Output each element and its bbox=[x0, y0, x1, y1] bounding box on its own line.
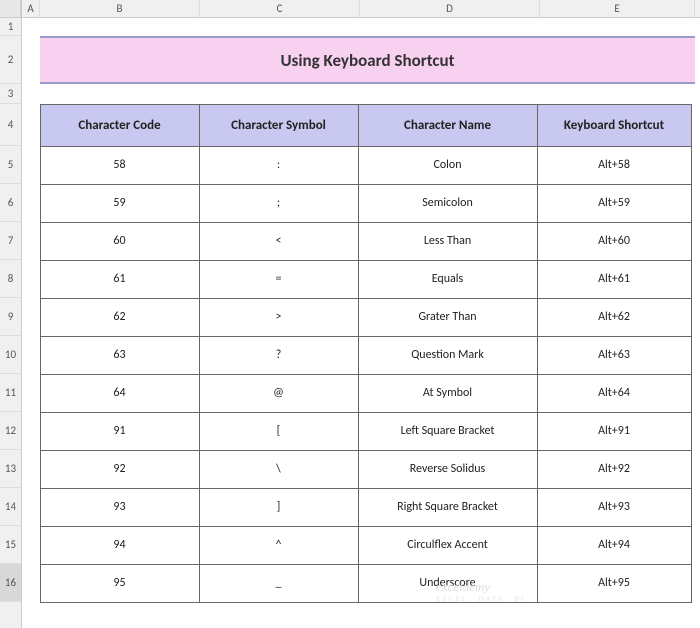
cell-shortcut[interactable]: Alt+93 bbox=[537, 488, 692, 527]
row-header-8[interactable]: 8 bbox=[0, 260, 21, 298]
header-character-code[interactable]: Character Code bbox=[40, 104, 200, 147]
cell-code[interactable]: 91 bbox=[40, 412, 200, 451]
cell-code[interactable]: 60 bbox=[40, 222, 200, 261]
cell-shortcut[interactable]: Alt+63 bbox=[537, 336, 692, 375]
cell-name[interactable]: Underscore bbox=[358, 564, 538, 603]
row-header-16[interactable]: 16 bbox=[0, 564, 21, 602]
cell-code[interactable]: 93 bbox=[40, 488, 200, 527]
row-header-7[interactable]: 7 bbox=[0, 222, 21, 260]
table-row: 62>Grater ThanAlt+62 bbox=[40, 298, 695, 336]
cell-symbol[interactable]: ? bbox=[199, 336, 359, 375]
cell-name[interactable]: Left Square Bracket bbox=[358, 412, 538, 451]
row-header-14[interactable]: 14 bbox=[0, 488, 21, 526]
header-character-name[interactable]: Character Name bbox=[358, 104, 538, 147]
main-area: A B C D E Using Keyboard Shortcut Charac… bbox=[22, 0, 700, 628]
title-row: Using Keyboard Shortcut bbox=[22, 36, 700, 84]
row-header-1[interactable]: 1 bbox=[0, 18, 21, 36]
cell-shortcut[interactable]: Alt+92 bbox=[537, 450, 692, 489]
row-header-12[interactable]: 12 bbox=[0, 412, 21, 450]
cell-symbol[interactable]: ; bbox=[199, 184, 359, 223]
cell-symbol[interactable]: ] bbox=[199, 488, 359, 527]
cell-name[interactable]: Reverse Solidus bbox=[358, 450, 538, 489]
cell-name[interactable]: Circulflex Accent bbox=[358, 526, 538, 565]
cell-shortcut[interactable]: Alt+95 bbox=[537, 564, 692, 603]
row-header-11[interactable]: 11 bbox=[0, 374, 21, 412]
cell-shortcut[interactable]: Alt+58 bbox=[537, 146, 692, 185]
cell-code[interactable]: 62 bbox=[40, 298, 200, 337]
cell-code[interactable]: 61 bbox=[40, 260, 200, 299]
cell-symbol[interactable]: > bbox=[199, 298, 359, 337]
cell-name[interactable]: Colon bbox=[358, 146, 538, 185]
table-row: 58:ColonAlt+58 bbox=[40, 146, 695, 184]
cell-code[interactable]: 95 bbox=[40, 564, 200, 603]
row-header-9[interactable]: 9 bbox=[0, 298, 21, 336]
row-header-3[interactable]: 3 bbox=[0, 84, 21, 104]
row-header-10[interactable]: 10 bbox=[0, 336, 21, 374]
cell-symbol[interactable]: = bbox=[199, 260, 359, 299]
cell-code[interactable]: 94 bbox=[40, 526, 200, 565]
cell-shortcut[interactable]: Alt+61 bbox=[537, 260, 692, 299]
cell-shortcut[interactable]: Alt+59 bbox=[537, 184, 692, 223]
table-row: 64@At SymbolAlt+64 bbox=[40, 374, 695, 412]
col-header-a[interactable]: A bbox=[22, 0, 40, 17]
cell-name[interactable]: Less Than bbox=[358, 222, 538, 261]
row-header-6[interactable]: 6 bbox=[0, 184, 21, 222]
cell-symbol[interactable]: \ bbox=[199, 450, 359, 489]
row-header-5[interactable]: 5 bbox=[0, 146, 21, 184]
column-headers: A B C D E bbox=[22, 0, 700, 18]
data-table: Character Code Character Symbol Characte… bbox=[40, 104, 695, 602]
cell-shortcut[interactable]: Alt+62 bbox=[537, 298, 692, 337]
row-1-blank[interactable] bbox=[22, 18, 700, 36]
table-row: 59;SemicolonAlt+59 bbox=[40, 184, 695, 222]
header-character-symbol[interactable]: Character Symbol bbox=[199, 104, 359, 147]
row-header-15[interactable]: 15 bbox=[0, 526, 21, 564]
table-row: 91[Left Square BracketAlt+91 bbox=[40, 412, 695, 450]
cell-symbol[interactable]: [ bbox=[199, 412, 359, 451]
cell-code[interactable]: 58 bbox=[40, 146, 200, 185]
col-header-e[interactable]: E bbox=[540, 0, 695, 17]
row-header-13[interactable]: 13 bbox=[0, 450, 21, 488]
table-row: 92\Reverse SolidusAlt+92 bbox=[40, 450, 695, 488]
cell-name[interactable]: Question Mark bbox=[358, 336, 538, 375]
row-3-blank[interactable] bbox=[22, 84, 700, 104]
cell-code[interactable]: 63 bbox=[40, 336, 200, 375]
spreadsheet: 12345678910111213141516 A B C D E Using … bbox=[0, 0, 700, 628]
cell-shortcut[interactable]: Alt+60 bbox=[537, 222, 692, 261]
row-headers: 12345678910111213141516 bbox=[0, 0, 22, 628]
table-row: 93]Right Square BracketAlt+93 bbox=[40, 488, 695, 526]
header-keyboard-shortcut[interactable]: Keyboard Shortcut bbox=[537, 104, 692, 147]
row-header-2[interactable]: 2 bbox=[0, 36, 21, 84]
cell-code[interactable]: 64 bbox=[40, 374, 200, 413]
cell-shortcut[interactable]: Alt+64 bbox=[537, 374, 692, 413]
cell-code[interactable]: 92 bbox=[40, 450, 200, 489]
cell-symbol[interactable]: : bbox=[199, 146, 359, 185]
cell-symbol[interactable]: _ bbox=[199, 564, 359, 603]
col-header-b[interactable]: B bbox=[40, 0, 200, 17]
cell-name[interactable]: Equals bbox=[358, 260, 538, 299]
cell-shortcut[interactable]: Alt+94 bbox=[537, 526, 692, 565]
page-title[interactable]: Using Keyboard Shortcut bbox=[40, 36, 695, 84]
col-header-c[interactable]: C bbox=[200, 0, 360, 17]
cell-name[interactable]: Grater Than bbox=[358, 298, 538, 337]
table-row: 60<Less ThanAlt+60 bbox=[40, 222, 695, 260]
cell-shortcut[interactable]: Alt+91 bbox=[537, 412, 692, 451]
cell-symbol[interactable]: @ bbox=[199, 374, 359, 413]
cell-name[interactable]: At Symbol bbox=[358, 374, 538, 413]
content-area: Using Keyboard Shortcut Character Code C… bbox=[22, 18, 700, 602]
table-row: 95_UnderscoreAlt+95 bbox=[40, 564, 695, 602]
col-header-d[interactable]: D bbox=[360, 0, 540, 17]
table-header-row: Character Code Character Symbol Characte… bbox=[40, 104, 695, 146]
select-all-corner[interactable] bbox=[0, 0, 21, 18]
table-row: 94^Circulflex AccentAlt+94 bbox=[40, 526, 695, 564]
cell-name[interactable]: Semicolon bbox=[358, 184, 538, 223]
table-row: 61=EqualsAlt+61 bbox=[40, 260, 695, 298]
table-row: 63?Question MarkAlt+63 bbox=[40, 336, 695, 374]
cell-symbol[interactable]: ^ bbox=[199, 526, 359, 565]
cell-symbol[interactable]: < bbox=[199, 222, 359, 261]
cell-name[interactable]: Right Square Bracket bbox=[358, 488, 538, 527]
cell-code[interactable]: 59 bbox=[40, 184, 200, 223]
row-header-4[interactable]: 4 bbox=[0, 104, 21, 146]
